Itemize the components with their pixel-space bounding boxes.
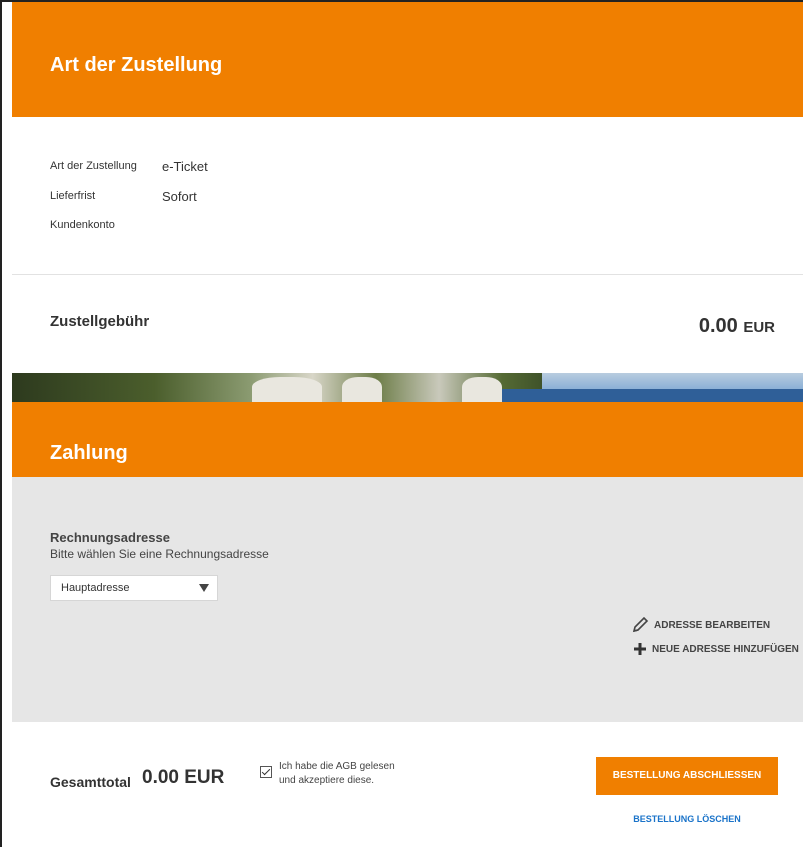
- edit-address-link[interactable]: ADRESSE BEARBEITEN: [632, 617, 770, 633]
- delivery-header: Art der Zustellung: [12, 2, 803, 117]
- delivery-details: Art der Zustellung e-Ticket Lieferfrist …: [12, 117, 803, 275]
- banner-cliff: [342, 377, 382, 402]
- agb-text: Ich habe die AGB gelesen und akzeptiere …: [279, 760, 419, 788]
- payment-panel: Rechnungsadresse Bitte wählen Sie eine R…: [12, 477, 803, 722]
- payment-header: Zahlung: [12, 402, 803, 477]
- edit-address-label: ADRESSE BEARBEITEN: [654, 619, 771, 631]
- banner-sea: [486, 389, 803, 402]
- delivery-time-row: Lieferfrist Sofort: [50, 189, 197, 204]
- total-amount: 0.00 EUR: [142, 767, 225, 788]
- address-select-value: Hauptadresse: [61, 582, 130, 594]
- delivery-type-label: Art der Zustellung: [50, 160, 137, 172]
- add-address-label: NEUE ADRESSE HINZUFÜGEN: [652, 643, 799, 655]
- customer-account-row: Kundenkonto: [50, 219, 115, 231]
- billing-address-hint: Bitte wählen Sie eine Rechnungsadresse: [50, 547, 269, 561]
- checkout-page: Art der Zustellung Art der Zustellung e-…: [0, 0, 803, 847]
- delivery-type-row: Art der Zustellung e-Ticket: [50, 159, 208, 174]
- banner-cliff: [252, 377, 322, 402]
- banner-cliff: [462, 377, 502, 402]
- agb-checkbox[interactable]: [260, 766, 272, 778]
- payment-title: Zahlung: [50, 442, 128, 464]
- delivery-fee-amount: 0.00 EUR: [699, 315, 775, 338]
- delivery-type-value: e-Ticket: [162, 159, 208, 174]
- delivery-fee-currency: EUR: [743, 319, 775, 336]
- address-select[interactable]: Hauptadresse: [50, 575, 218, 601]
- agb-text-line2: und akzeptiere diese.: [279, 775, 375, 786]
- delivery-fee-row: Zustellgebühr 0.00 EUR: [12, 275, 803, 373]
- customer-account-label: Kundenkonto: [50, 219, 115, 231]
- delivery-fee-label: Zustellgebühr: [50, 313, 150, 330]
- delivery-time-label: Lieferfrist: [50, 190, 96, 202]
- plus-icon: [634, 643, 646, 655]
- add-address-link[interactable]: NEUE ADRESSE HINZUFÜGEN: [632, 641, 799, 657]
- agb-text-line1: Ich habe die AGB gelesen: [279, 761, 395, 772]
- order-footer: Gesamttotal 0.00 EUR Ich habe die AGB ge…: [12, 722, 803, 847]
- landscape-banner-image: [12, 373, 803, 402]
- delivery-fee-value: 0.00: [698, 315, 738, 337]
- delivery-time-value: Sofort: [162, 189, 197, 204]
- delivery-title: Art der Zustellung: [50, 54, 223, 76]
- delete-order-link[interactable]: BESTELLUNG LÖSCHEN: [596, 814, 778, 824]
- agb-consent: Ich habe die AGB gelesen und akzeptiere …: [260, 760, 419, 788]
- complete-order-button[interactable]: BESTELLUNG ABSCHLIESSEN: [596, 757, 778, 795]
- dropdown-arrow-icon: [199, 584, 209, 592]
- total-label: Gesamttotal: [50, 774, 131, 790]
- billing-address-title: Rechnungsadresse: [50, 530, 170, 545]
- banner-sky: [541, 373, 803, 389]
- pencil-icon: [632, 617, 649, 633]
